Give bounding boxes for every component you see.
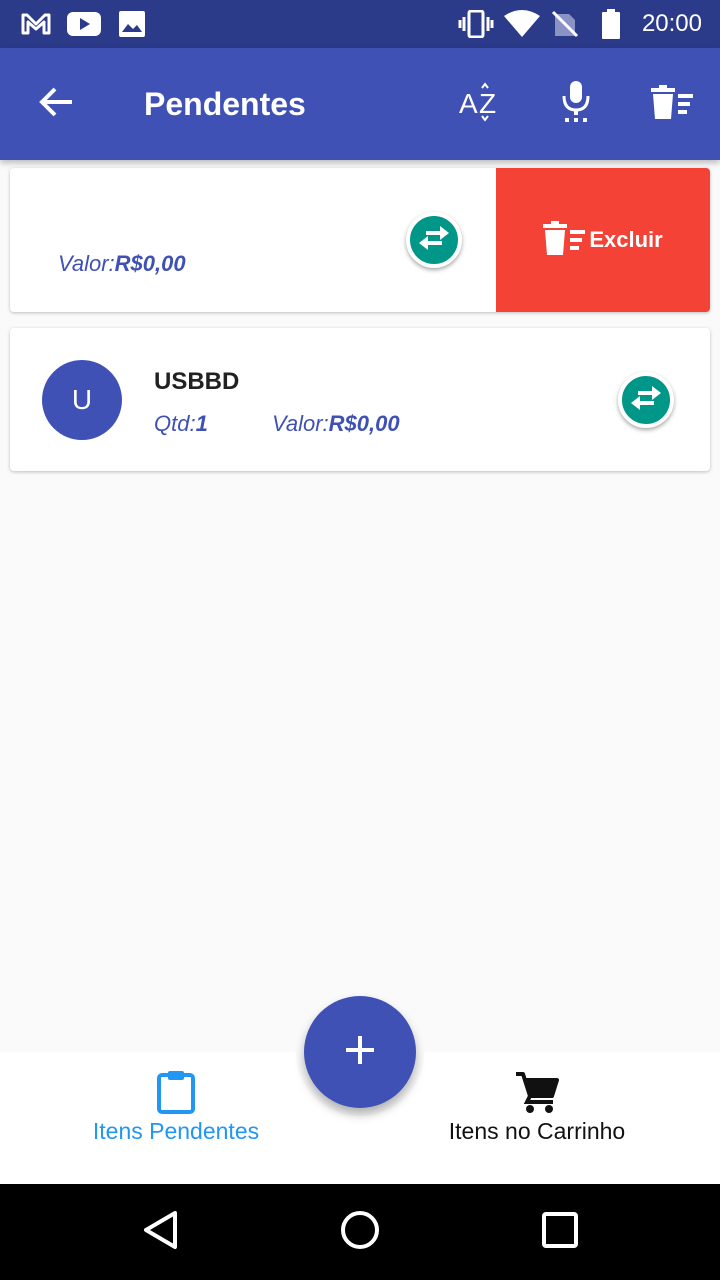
delete-swipe-button[interactable]: Excluir [496,168,710,312]
svg-text:Z: Z [479,88,496,119]
qtd-value: 1 [195,411,208,436]
back-button[interactable] [32,80,80,128]
gmail-icon [20,10,52,38]
sort-az-icon: A Z [458,81,502,127]
back-arrow-icon [38,86,74,123]
gallery-icon [118,10,146,38]
item-valor: Valor:R$0,00 [272,411,400,437]
youtube-icon [66,10,102,38]
status-bar: 20:00 [0,0,720,48]
avatar: U [42,360,122,440]
clear-list-button[interactable] [648,80,696,128]
item-qtd: Qtd:1 [154,411,208,437]
wifi-icon [504,10,540,38]
qtd-label: Qtd: [154,411,196,436]
list-item[interactable]: U USBBD Qtd:1 Valor:R$0,00 [10,328,710,471]
move-to-cart-button[interactable] [406,212,462,268]
valor-value: R$0,00 [114,251,186,276]
sort-button[interactable]: A Z [456,80,504,128]
plus-icon [344,1034,376,1071]
no-signal-icon [550,10,580,38]
add-item-button[interactable] [304,996,416,1108]
delete-label: Excluir [589,227,663,252]
valor-label: Valor: [272,411,329,436]
swap-arrows-icon [418,225,450,256]
valor-label: Valor: [58,251,115,276]
voice-button[interactable] [552,80,600,128]
shopping-cart-icon [515,1070,559,1114]
trash-icon [543,220,586,260]
item-valor: Valor:R$0,00 [58,251,186,277]
tab-label: Itens Pendentes [92,1118,260,1144]
clock: 20:00 [641,10,702,37]
microphone-icon [560,80,592,128]
system-navigation-bar [0,1184,720,1280]
valor-value: R$0,00 [328,411,400,436]
recents-square-icon [542,1211,578,1253]
page-title: Pendentes [144,86,306,122]
move-to-cart-button[interactable] [618,372,674,428]
vibrate-icon [458,10,494,38]
system-recents-button[interactable] [536,1208,584,1256]
back-triangle-icon [142,1210,178,1255]
system-home-button[interactable] [336,1208,384,1256]
list-item[interactable]: Valor:R$0,00 Excluir [10,168,710,312]
app-bar: Pendentes A Z [0,48,720,160]
home-circle-icon [340,1210,380,1255]
tab-label: Itens no Carrinho [448,1118,626,1144]
svg-text:A: A [459,88,478,119]
clipboard-icon [157,1070,195,1114]
system-back-button[interactable] [136,1208,184,1256]
battery-icon [600,9,622,39]
clear-list-icon [651,84,693,124]
item-name: USBBD [154,368,240,395]
swap-arrows-icon [630,385,662,416]
